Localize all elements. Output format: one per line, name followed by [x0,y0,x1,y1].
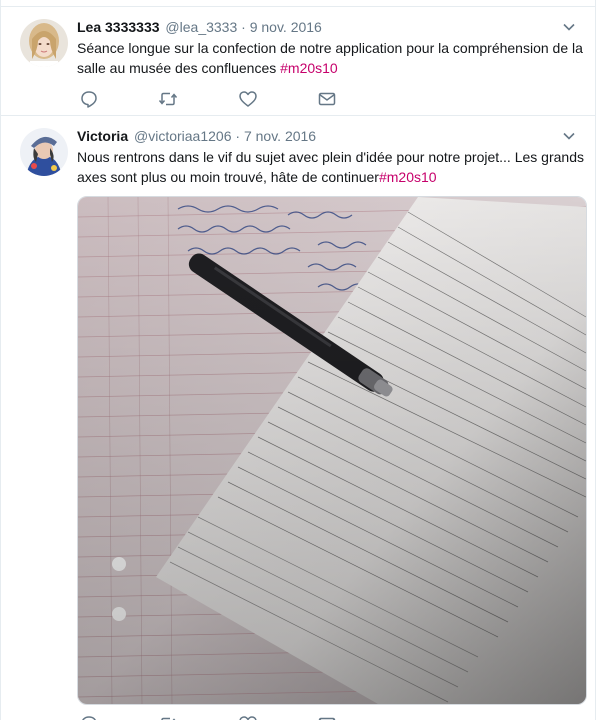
username[interactable]: @victoriaa1206 [134,128,232,144]
separator: · [241,19,246,35]
avatar[interactable] [20,128,68,176]
timestamp[interactable]: 9 nov. 2016 [250,19,322,35]
timeline: Lea 3333333 @lea_3333 · 9 nov. 2016 Séan… [0,0,596,720]
envelope-icon[interactable] [317,89,337,109]
tweet[interactable]: Lea 3333333 @lea_3333 · 9 nov. 2016 Séan… [1,6,595,116]
tweet-text: Nous rentrons dans le vif du sujet avec … [77,147,587,187]
tweet-actions [77,89,377,109]
caret-down-icon[interactable] [563,21,575,33]
tweet-header: Victoria @victoriaa1206 · 7 nov. 2016 [77,127,575,145]
display-name[interactable]: Victoria [77,128,128,144]
heart-icon[interactable] [238,714,258,720]
timestamp[interactable]: 7 nov. 2016 [244,128,316,144]
tweet-text: Séance longue sur la confection de notre… [77,38,587,78]
hashtag-link[interactable]: #m20s10 [379,169,437,185]
avatar[interactable] [20,19,68,67]
tweet-header: Lea 3333333 @lea_3333 · 9 nov. 2016 [77,18,575,36]
reply-icon[interactable] [79,89,99,109]
reply-icon[interactable] [79,714,99,720]
envelope-icon[interactable] [317,714,337,720]
separator: · [235,128,241,144]
tweet-body: Nous rentrons dans le vif du sujet avec … [77,149,584,185]
display-name[interactable]: Lea 3333333 [77,19,160,35]
username[interactable]: @lea_3333 [165,19,237,35]
tweet-actions [77,714,377,720]
photo-image [78,197,586,704]
retweet-icon[interactable] [158,89,178,109]
tweet[interactable]: Victoria @victoriaa1206 · 7 nov. 2016 No… [1,116,595,720]
tweet-photo[interactable] [77,196,587,705]
hashtag-link[interactable]: #m20s10 [280,60,338,76]
retweet-icon[interactable] [158,714,178,720]
heart-icon[interactable] [238,89,258,109]
caret-down-icon[interactable] [563,130,575,142]
